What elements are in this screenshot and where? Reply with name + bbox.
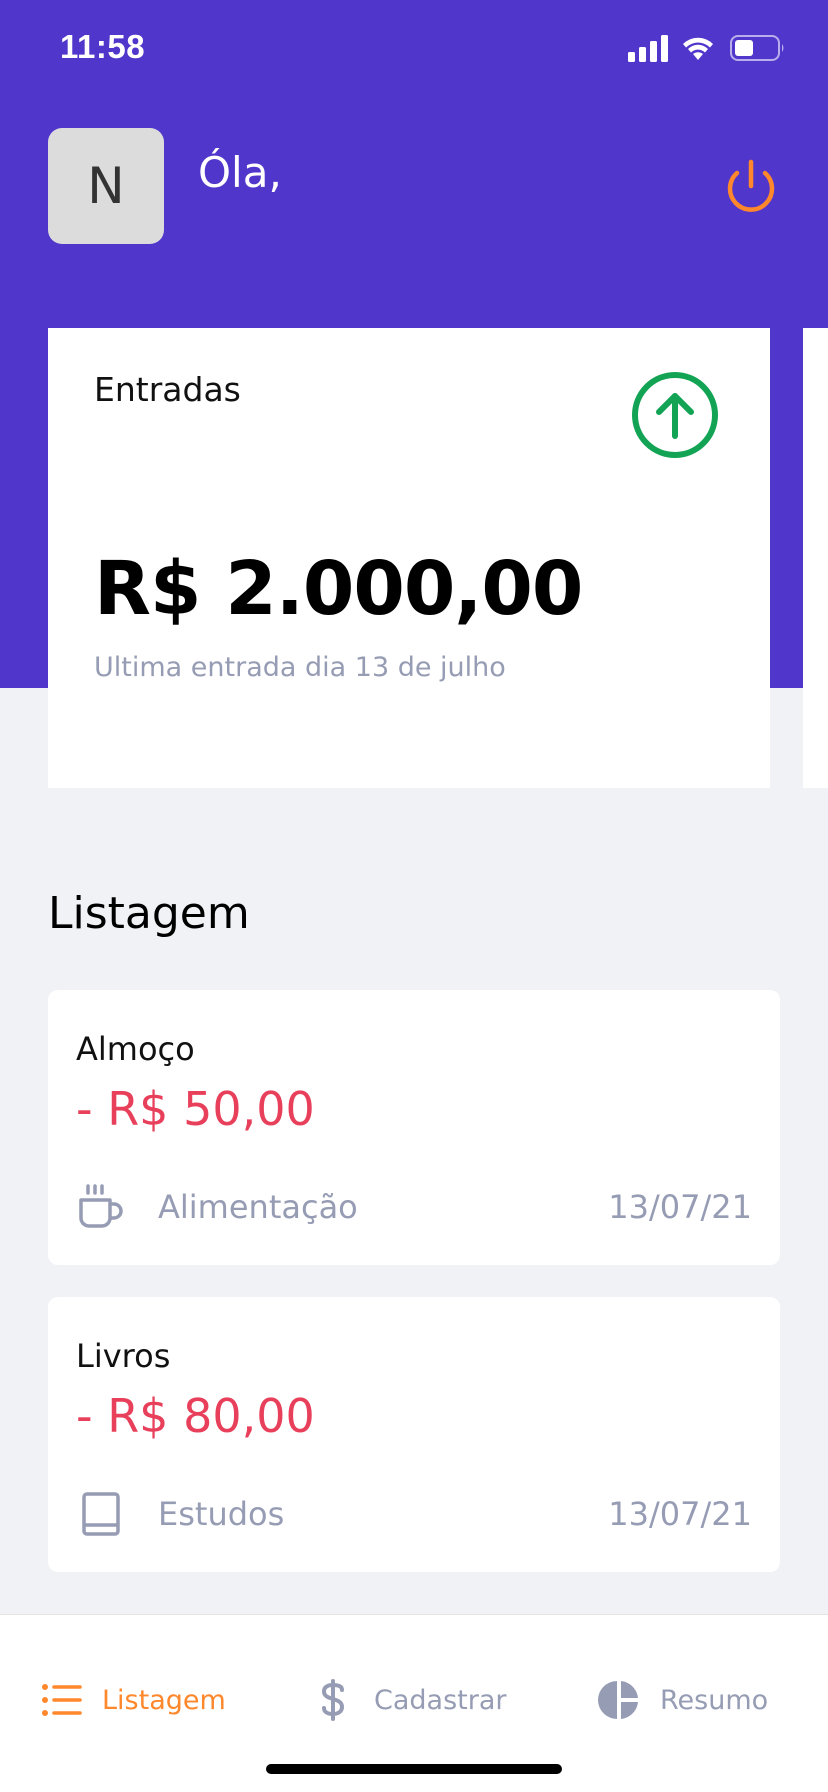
transaction-title: Almoço	[76, 1030, 195, 1068]
highlight-card-subtitle: Ultima entrada dia 13 de julho	[94, 652, 506, 683]
power-icon[interactable]	[720, 156, 782, 218]
cellular-signal-icon	[628, 35, 668, 62]
battery-icon	[730, 35, 784, 61]
list-icon	[42, 1684, 82, 1716]
book-icon	[82, 1492, 120, 1536]
avatar-initial: N	[87, 157, 125, 215]
transaction-date: 13/07/21	[608, 1188, 752, 1226]
tab-cadastrar[interactable]: Cadastrar	[312, 1675, 506, 1725]
dollar-sign-icon	[321, 1679, 345, 1721]
transaction-amount: - R$ 80,00	[76, 1389, 315, 1443]
status-time: 11:58	[60, 28, 146, 65]
highlight-card-amount: R$ 2.000,00	[94, 546, 583, 632]
tab-label: Cadastrar	[374, 1684, 507, 1716]
tab-label: Resumo	[660, 1684, 769, 1716]
transaction-card[interactable]: Almoço - R$ 50,00 Alimentação 13/07/21	[48, 990, 780, 1265]
transaction-category: Estudos	[158, 1495, 285, 1533]
arrow-up-circle-icon	[632, 372, 718, 458]
transaction-card[interactable]: Livros - R$ 80,00 Estudos 13/07/21	[48, 1297, 780, 1572]
wifi-icon	[683, 37, 713, 60]
highlight-card-next[interactable]	[803, 328, 828, 788]
section-title: Listagem	[48, 888, 250, 939]
coffee-icon	[79, 1184, 123, 1228]
transaction-amount: - R$ 50,00	[76, 1082, 315, 1136]
transaction-title: Livros	[76, 1337, 171, 1375]
highlight-card-entradas: Entradas R$ 2.000,00 Ultima entrada dia …	[48, 328, 770, 788]
greeting-text: Óla,	[198, 148, 282, 197]
tab-label: Listagem	[102, 1684, 226, 1716]
highlight-card-title: Entradas	[94, 370, 241, 409]
pie-chart-icon	[598, 1681, 638, 1719]
tab-listagem[interactable]: Listagem	[40, 1675, 226, 1725]
status-bar: 11:58	[0, 0, 828, 100]
transaction-date: 13/07/21	[608, 1495, 752, 1533]
transaction-category: Alimentação	[158, 1188, 358, 1226]
avatar[interactable]: N	[48, 128, 164, 244]
home-indicator	[266, 1764, 562, 1774]
tab-resumo[interactable]: Resumo	[598, 1675, 768, 1725]
